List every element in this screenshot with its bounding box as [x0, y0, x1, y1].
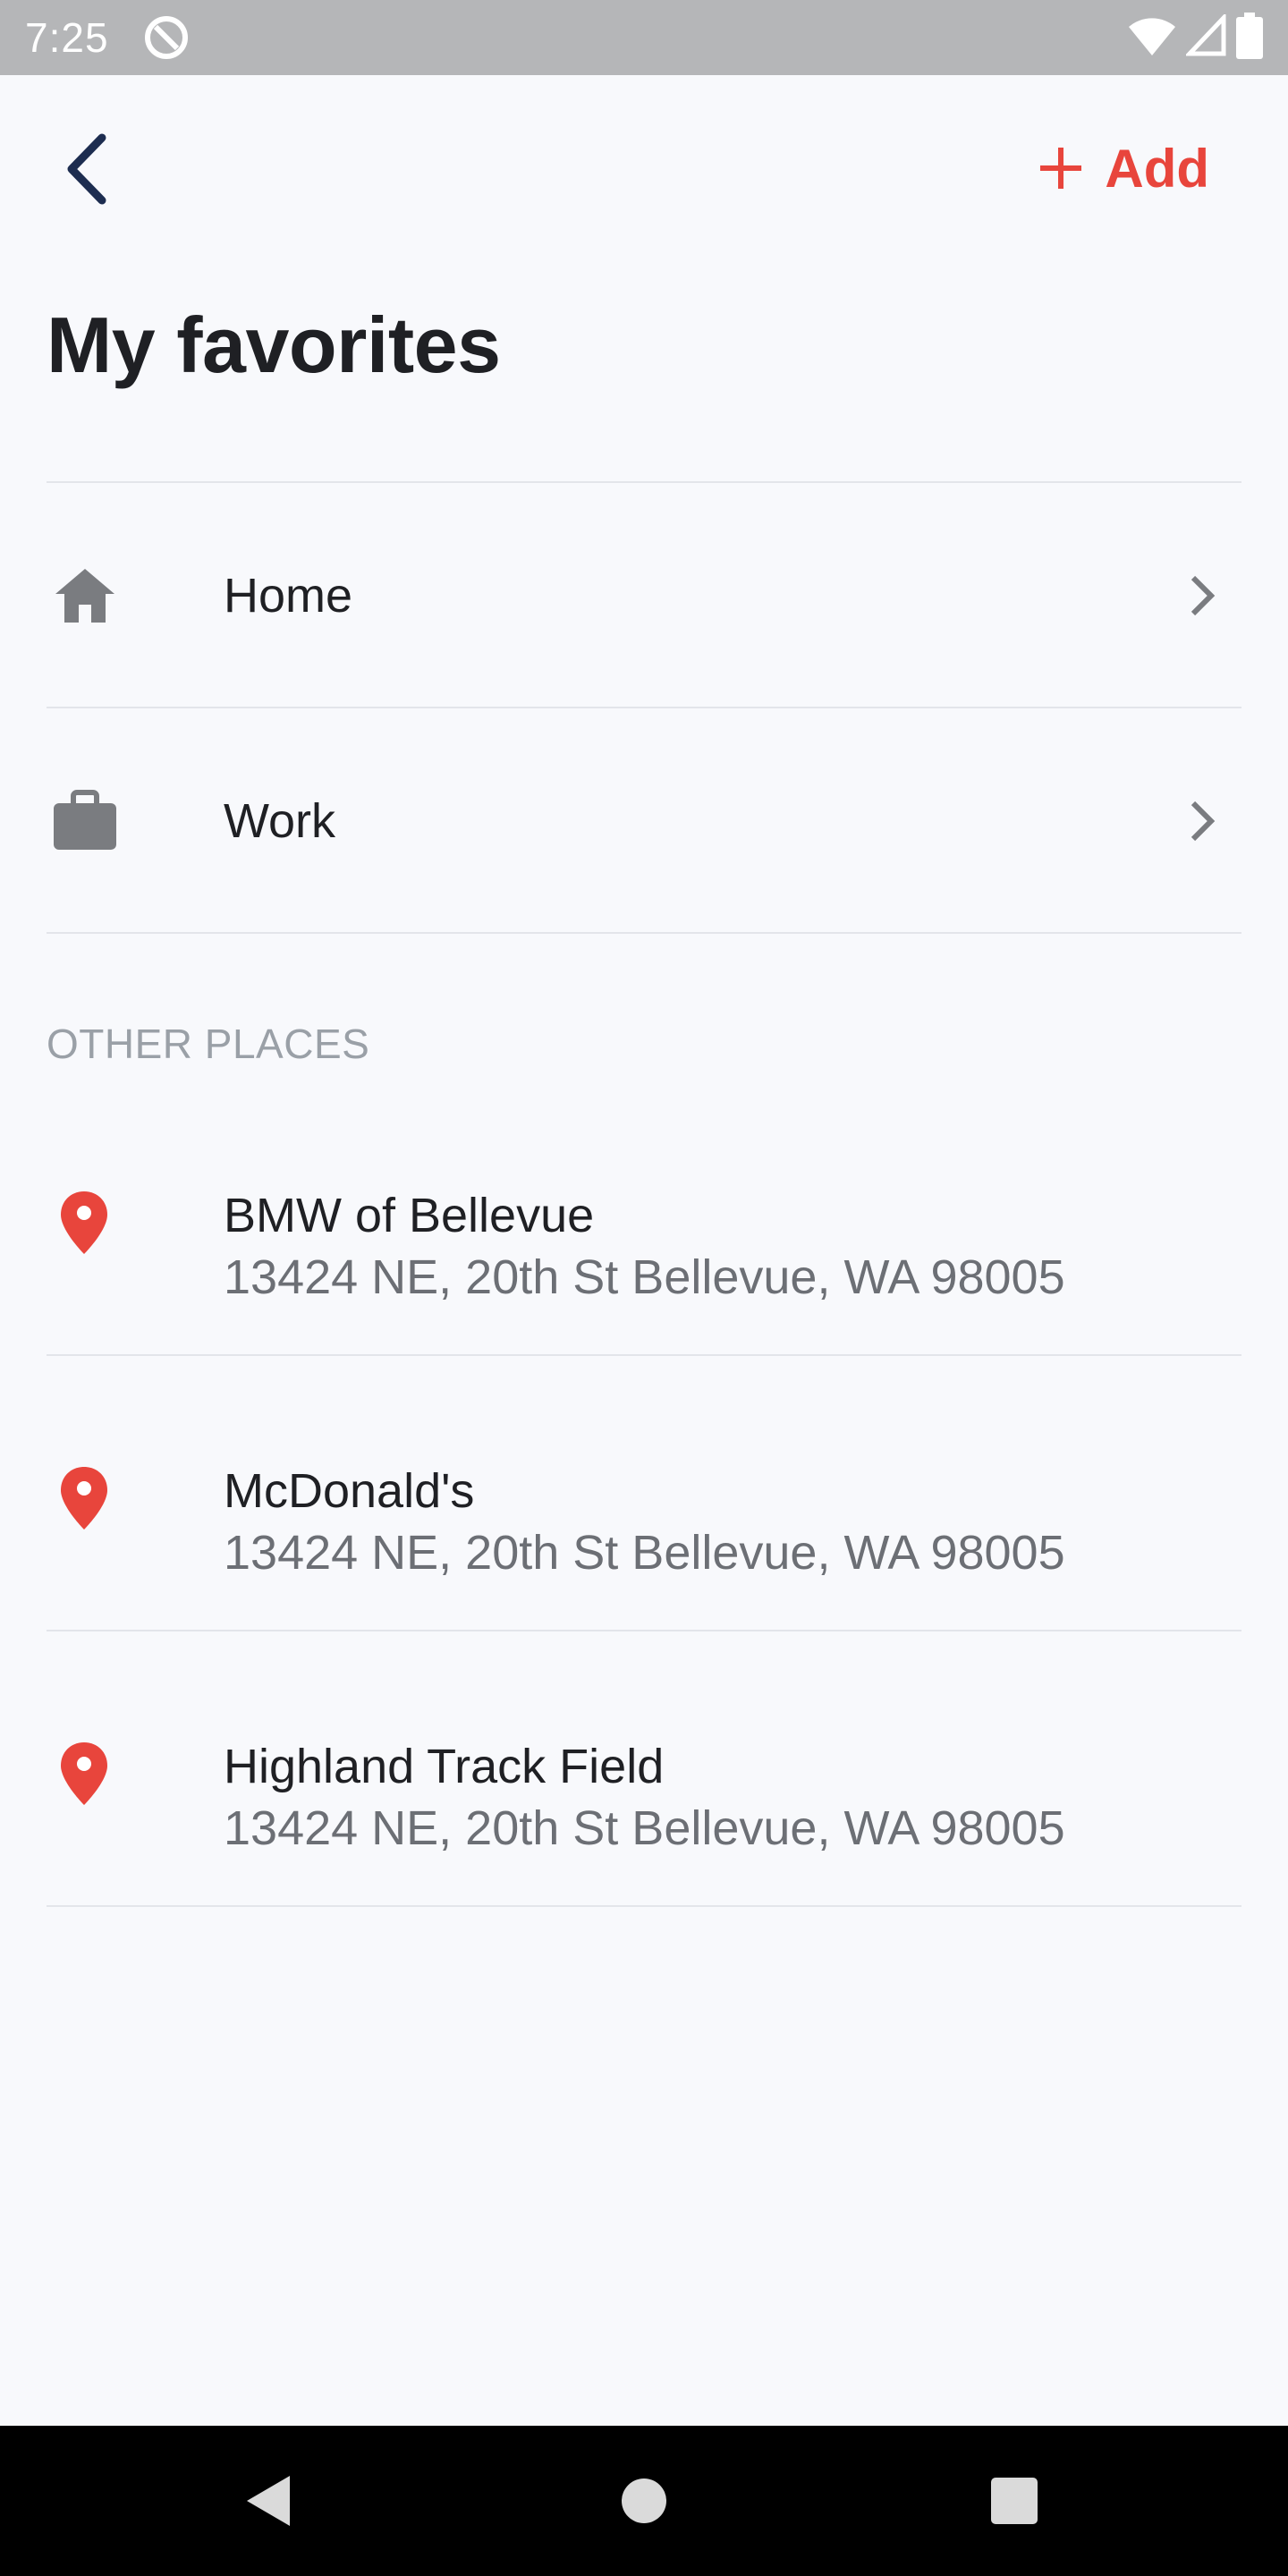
- app-notification-icon: [144, 16, 188, 59]
- place-address: 13424 NE, 20th St Bellevue, WA 98005: [224, 1250, 1065, 1304]
- divider: [47, 932, 1241, 934]
- place-address: 13424 NE, 20th St Bellevue, WA 98005: [224, 1801, 1065, 1855]
- divider: [47, 1630, 1241, 1631]
- status-icons: [1127, 13, 1263, 59]
- screen: 7:25 Add My favorites Home Work OTHER PL…: [0, 0, 1288, 2576]
- nav-recents-icon[interactable]: [991, 2478, 1038, 2524]
- place-name: BMW of Bellevue: [224, 1189, 595, 1242]
- favorite-item-home[interactable]: Home: [0, 483, 1288, 707]
- place-item[interactable]: Highland Track Field 13424 NE, 20th St B…: [0, 1678, 1288, 1953]
- wifi-icon: [1129, 18, 1175, 55]
- back-button[interactable]: [50, 129, 122, 209]
- home-icon: [55, 569, 114, 623]
- cellular-signal-icon: [1186, 14, 1226, 56]
- divider: [47, 1354, 1241, 1356]
- place-address: 13424 NE, 20th St Bellevue, WA 98005: [224, 1526, 1065, 1580]
- top-bar: Add: [0, 75, 1288, 254]
- favorite-label: Work: [224, 794, 336, 848]
- map-pin-icon: [61, 1742, 107, 1805]
- battery-icon: [1236, 13, 1263, 59]
- place-name: McDonald's: [224, 1464, 475, 1518]
- status-bar: 7:25: [0, 0, 1288, 75]
- nav-back-icon[interactable]: [243, 2472, 293, 2529]
- status-time: 7:25: [25, 14, 109, 61]
- favorite-item-work[interactable]: Work: [0, 708, 1288, 932]
- page-title: My favorites: [47, 301, 501, 389]
- system-nav-bar: [0, 2426, 1288, 2576]
- chevron-left-icon: [67, 133, 106, 205]
- section-header-other-places: OTHER PLACES: [47, 1021, 370, 1067]
- map-pin-icon: [61, 1191, 107, 1254]
- add-button[interactable]: Add: [1037, 132, 1209, 204]
- chevron-right-icon: [1191, 575, 1216, 616]
- divider: [47, 1905, 1241, 1907]
- briefcase-icon: [54, 790, 116, 850]
- place-item[interactable]: BMW of Bellevue 13424 NE, 20th St Bellev…: [0, 1127, 1288, 1402]
- place-name: Highland Track Field: [224, 1740, 665, 1793]
- favorite-label: Home: [224, 569, 353, 623]
- map-pin-icon: [61, 1467, 107, 1530]
- nav-home-icon[interactable]: [621, 2478, 667, 2524]
- place-item[interactable]: McDonald's 13424 NE, 20th St Bellevue, W…: [0, 1402, 1288, 1678]
- plus-icon: [1040, 148, 1082, 189]
- chevron-right-icon: [1191, 801, 1216, 842]
- add-label: Add: [1105, 138, 1209, 199]
